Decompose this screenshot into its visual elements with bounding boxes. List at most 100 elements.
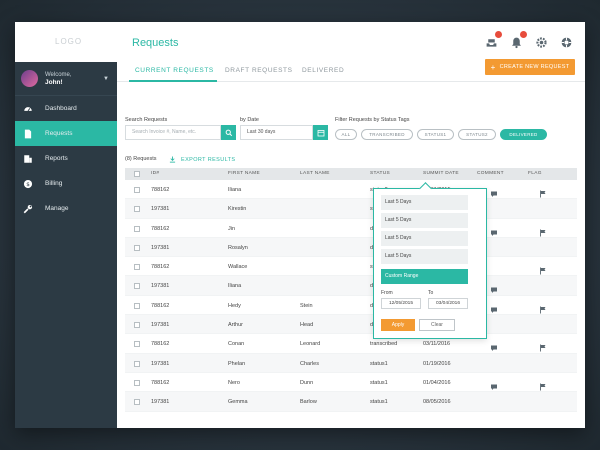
calendar-icon — [317, 129, 324, 136]
table-row[interactable]: 197381ArthurHeaddelivered03/18/2016 — [125, 315, 577, 335]
wrench-icon — [23, 204, 33, 213]
row-checkbox[interactable] — [134, 187, 140, 193]
flag-icon[interactable] — [539, 339, 547, 352]
status-tag-transcribed[interactable]: TRANSCRIBED — [361, 129, 413, 140]
table-row[interactable]: 788162Ilianastatus206/01/2015 — [125, 180, 577, 200]
bell-icon[interactable] — [509, 31, 527, 49]
cell-first-name: Nero — [228, 379, 240, 386]
flag-icon[interactable] — [539, 378, 547, 391]
table-row[interactable]: 197381Ilianadelivered08/21/2016 — [125, 276, 577, 296]
column-header-status[interactable]: STATUS — [370, 171, 390, 176]
cell-first-name: Rosalyn — [228, 244, 248, 251]
table-row[interactable]: 788162 Nero Dunn status1 01/04/2016 — [125, 373, 577, 393]
column-header-id[interactable]: ID# — [151, 171, 159, 176]
row-checkbox[interactable] — [134, 322, 140, 329]
search-button[interactable] — [221, 125, 236, 140]
comment-icon[interactable] — [490, 185, 498, 197]
cell-first-name: Iliana — [228, 283, 242, 290]
status-filter-label: Filter Requests by Status Tags — [335, 117, 410, 123]
search-input[interactable]: Search Invoice #, Name, etc. — [125, 125, 221, 140]
comment-icon[interactable] — [490, 339, 498, 352]
page-title: Requests — [132, 37, 179, 49]
tab-current-requests[interactable]: CURRENT REQUESTS — [135, 67, 214, 74]
cell-first-name: Gemma — [228, 399, 248, 406]
sidebar-item-manage[interactable]: Manage — [15, 196, 117, 221]
sidebar-item-label: Manage — [45, 205, 69, 212]
clear-button[interactable]: Clear — [419, 319, 455, 331]
cell-summit-date: 03/11/2016 — [423, 341, 451, 348]
sidebar-item-reports[interactable]: Reports — [15, 146, 117, 171]
sidebar-item-dashboard[interactable]: Dashboard — [15, 96, 117, 121]
gear-icon[interactable] — [534, 35, 548, 49]
status-tag-all[interactable]: ALL — [335, 129, 357, 140]
cell-status: status1 — [370, 379, 388, 386]
table-row[interactable]: 197381 Gemma Barlow status1 08/05/2016 — [125, 392, 577, 412]
tab-delivered[interactable]: DELIVERED — [302, 67, 344, 74]
create-new-request-button[interactable]: + CREATE NEW REQUEST — [485, 59, 575, 75]
from-date-input[interactable]: 12/05/2015 — [381, 298, 421, 309]
comment-icon[interactable] — [490, 301, 498, 313]
flag-icon[interactable] — [539, 224, 547, 237]
flag-icon[interactable] — [539, 262, 547, 275]
cell-id: 788162 — [151, 341, 170, 348]
requests-table-body: 788162Ilianastatus206/01/2015197381Kires… — [125, 180, 577, 412]
row-checkbox[interactable] — [134, 341, 140, 348]
cell-first-name: Conan — [228, 341, 245, 348]
inbox-icon[interactable] — [484, 31, 502, 49]
cell-status: status1 — [370, 399, 388, 406]
row-checkbox[interactable] — [134, 379, 140, 386]
row-checkbox[interactable] — [134, 283, 140, 290]
column-header-flag[interactable]: FLAG — [528, 171, 542, 176]
status-tag-status1[interactable]: STATUS1 — [417, 129, 454, 140]
select-all-checkbox[interactable] — [134, 171, 140, 177]
cell-last-name: Charles — [300, 360, 319, 367]
logo: LOGO — [55, 37, 83, 46]
comment-icon[interactable] — [490, 281, 498, 294]
cell-first-name: Jin — [228, 225, 236, 232]
sidebar-item-billing[interactable]: $ Billing — [15, 171, 117, 196]
comment-icon[interactable] — [490, 378, 498, 390]
cell-status: status1 — [370, 360, 388, 367]
table-row[interactable]: 788162Jindelivered11/02/2016 — [125, 219, 577, 238]
table-row[interactable]: 197381Kirestinstatus103/04/2016 — [125, 199, 577, 219]
column-header-summit-date[interactable]: SUMMIT DATE — [423, 171, 459, 176]
apply-button[interactable]: Apply — [381, 319, 415, 331]
flag-icon[interactable] — [539, 301, 547, 314]
comment-icon[interactable] — [490, 224, 498, 236]
cell-id: 788162 — [151, 264, 170, 271]
table-row[interactable]: 788162HedySteindelivered05/25/2016 — [125, 296, 577, 316]
row-checkbox[interactable] — [134, 360, 140, 367]
user-menu[interactable]: Welcome, John! ▼ — [15, 62, 117, 96]
date-option[interactable]: Last 5 Days — [381, 249, 468, 264]
tab-draft-requests[interactable]: DRAFT REQUESTS — [225, 67, 293, 74]
date-option-custom-range[interactable]: Custom Range — [381, 269, 468, 284]
to-date-input[interactable]: 03/04/2016 — [428, 298, 468, 309]
row-checkbox[interactable] — [134, 302, 140, 309]
table-row[interactable]: 197381Rosalyndelivered02/21/2016 — [125, 237, 577, 258]
calendar-button[interactable] — [313, 125, 328, 140]
help-lifebuoy-icon[interactable] — [559, 35, 573, 49]
flag-icon[interactable] — [539, 185, 547, 198]
document-icon — [24, 129, 32, 138]
row-checkbox[interactable] — [134, 244, 140, 251]
column-header-first-name[interactable]: FIRST NAME — [228, 171, 260, 176]
row-checkbox[interactable] — [134, 399, 140, 406]
status-tag-delivered[interactable]: DELIVERED — [500, 129, 547, 140]
status-tag-status2[interactable]: STATUS2 — [458, 129, 496, 140]
table-row[interactable]: 788162 Conan Leonard transcribed 03/11/2016 — [125, 334, 577, 354]
column-header-comment[interactable]: COMMENT — [477, 171, 504, 176]
date-option[interactable]: Last 5 Days — [381, 213, 468, 228]
date-range-select[interactable]: Last 30 days — [240, 125, 313, 140]
table-row[interactable]: 788162Wallacestatus109/14/2016 — [125, 257, 577, 277]
sidebar-item-requests[interactable]: Requests — [15, 121, 117, 146]
row-checkbox[interactable] — [134, 206, 140, 213]
export-results-button[interactable]: EXPORT RESULTS — [169, 156, 236, 163]
caret-down-icon[interactable]: ▼ — [103, 76, 109, 82]
row-checkbox[interactable] — [134, 264, 140, 271]
row-checkbox[interactable] — [134, 225, 140, 232]
date-option[interactable]: Last 5 Days — [381, 231, 468, 246]
table-row[interactable]: 197381 Phelan Charles status1 01/19/2016 — [125, 353, 577, 373]
tab-bar: CURRENT REQUESTS DRAFT REQUESTS DELIVERE… — [117, 59, 585, 82]
column-header-last-name[interactable]: LAST NAME — [300, 171, 330, 176]
date-option[interactable]: Last 5 Days — [381, 195, 468, 210]
